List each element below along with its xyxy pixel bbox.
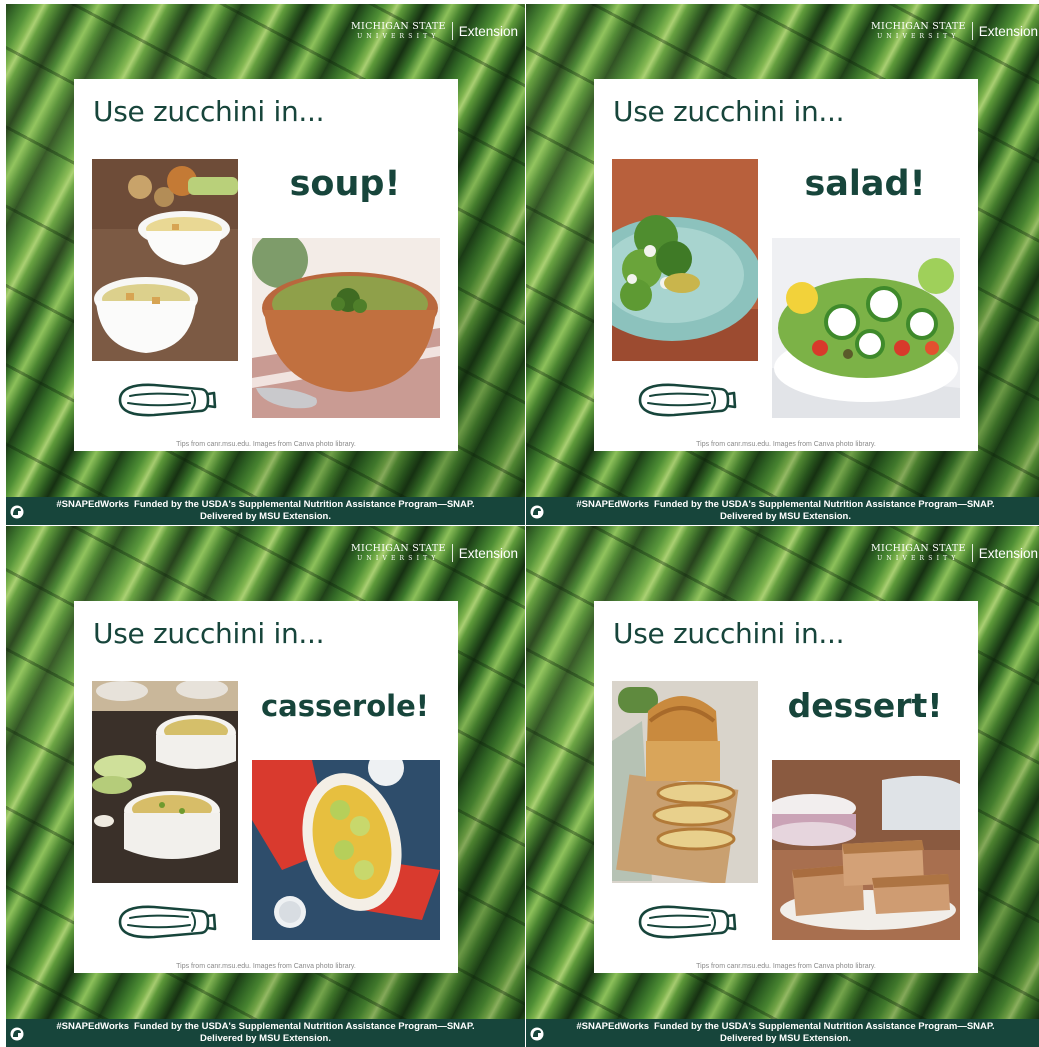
zucchini-bread-photo [612,681,758,883]
footer-line2: Delivered by MSU Extension. [200,511,331,522]
image-credits: Tips from canr.msu.edu. Images from Canv… [176,963,356,970]
green-salad-photo [612,159,758,361]
post-dessert: MICHIGAN STATE UNIVERSITY Extension Use … [526,526,1039,1047]
logo-extension: Extension [978,23,1039,39]
featured-word: soup! [289,164,401,204]
zucchini-icon [634,901,740,943]
footer-banner: #SNAPEdWorks Funded by the USDA's Supplem… [526,497,1039,525]
zucchini-soup-photo [252,238,440,418]
footer-hashtag: #SNAPEdWorks [576,1021,650,1032]
logo-msu-line1: MICHIGAN STATE [351,542,446,554]
image-credits: Tips from canr.msu.edu. Images from Canv… [696,963,876,970]
content-card: Use zucchini in... [74,79,458,451]
msu-extension-logo: MICHIGAN STATE UNIVERSITY Extension [871,16,1039,46]
zucchini-icon [114,901,220,943]
image-credits: Tips from canr.msu.edu. Images from Canv… [696,441,876,448]
footer-line2: Delivered by MSU Extension. [200,1033,331,1044]
msu-extension-logo: MICHIGAN STATE UNIVERSITY Extension [351,16,521,46]
footer-hashtag: #SNAPEdWorks [56,499,130,510]
content-card: Use zucchini in... [594,79,978,451]
footer-line2: Delivered by MSU Extension. [720,1033,851,1044]
footer-hashtag: #SNAPEdWorks [56,1021,130,1032]
post-soup: MICHIGAN STATE UNIVERSITY Extension Use … [6,4,525,525]
post-salad: MICHIGAN STATE UNIVERSITY Extension Use … [526,4,1039,525]
logo-msu-line1: MICHIGAN STATE [871,542,966,554]
msu-extension-logo: MICHIGAN STATE UNIVERSITY Extension [871,538,1039,568]
featured-word: dessert! [787,686,943,725]
footer-banner: #SNAPEdWorks Funded by the USDA's Supplem… [6,1019,525,1047]
featured-word: salad! [804,164,926,204]
zucchini-ribbon-salad-photo [772,238,960,418]
content-card: Use zucchini in... [594,601,978,973]
soup-bowls-photo [92,159,238,361]
logo-msu-line2: UNIVERSITY [357,33,440,41]
logo-extension: Extension [458,545,519,561]
content-card: Use zucchini in... [74,601,458,973]
footer-line1: Funded by the USDA's Supplemental Nutrit… [654,1021,995,1032]
footer-line1: Funded by the USDA's Supplemental Nutrit… [654,499,995,510]
logo-extension: Extension [978,545,1039,561]
featured-word: casserole! [260,689,429,723]
headline: Use zucchini in... [613,95,845,128]
zucchini-cake-photo [772,760,960,940]
logo-msu-line2: UNIVERSITY [877,555,960,563]
footer-line2: Delivered by MSU Extension. [720,511,851,522]
post-casserole: MICHIGAN STATE UNIVERSITY Extension Use … [6,526,525,1047]
logo-extension: Extension [458,23,519,39]
logo-msu-line1: MICHIGAN STATE [351,20,446,32]
zucchini-icon [634,379,740,421]
footer-banner: #SNAPEdWorks Funded by the USDA's Supplem… [526,1019,1039,1047]
spartan-helmet-icon [10,1027,24,1041]
spartan-helmet-icon [530,505,544,519]
footer-line1: Funded by the USDA's Supplemental Nutrit… [134,499,475,510]
image-credits: Tips from canr.msu.edu. Images from Canv… [176,441,356,448]
logo-msu-line1: MICHIGAN STATE [871,20,966,32]
logo-msu-line2: UNIVERSITY [357,555,440,563]
msu-extension-logo: MICHIGAN STATE UNIVERSITY Extension [351,538,521,568]
zucchini-bake-photo [252,760,440,940]
logo-msu-line2: UNIVERSITY [877,33,960,41]
headline: Use zucchini in... [93,95,325,128]
footer-banner: #SNAPEdWorks Funded by the USDA's Supplem… [6,497,525,525]
headline: Use zucchini in... [613,617,845,650]
spartan-helmet-icon [530,1027,544,1041]
footer-hashtag: #SNAPEdWorks [576,499,650,510]
zucchini-icon [114,379,220,421]
headline: Use zucchini in... [93,617,325,650]
spartan-helmet-icon [10,505,24,519]
gratin-ramekins-photo [92,681,238,883]
footer-line1: Funded by the USDA's Supplemental Nutrit… [134,1021,475,1032]
